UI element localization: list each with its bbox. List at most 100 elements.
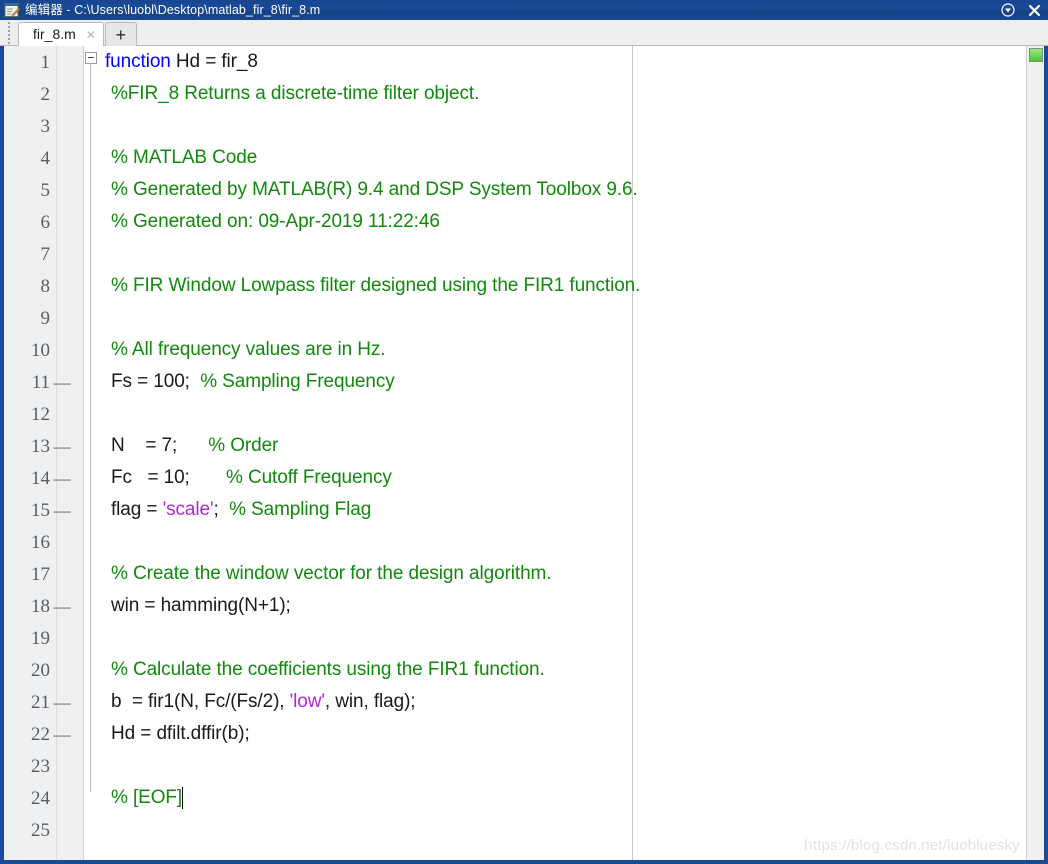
- token-cmt: % Order: [208, 435, 279, 456]
- close-button[interactable]: [1026, 2, 1042, 18]
- code-text-area[interactable]: function Hd = fir_8 %FIR_8 Returns a disc…: [85, 46, 1044, 860]
- breakpoint-marker[interactable]: —: [50, 502, 74, 519]
- dock-menu-button[interactable]: [1000, 2, 1016, 18]
- tabbar-drag-grip[interactable]: [3, 22, 14, 44]
- token-plain: , win, flag);: [324, 691, 416, 712]
- code-line-6[interactable]: % Generated on: 09-Apr-2019 11:22:46: [111, 206, 440, 238]
- gutter-line-20[interactable]: 20: [4, 654, 84, 686]
- token-cmt: % [EOF]: [111, 787, 183, 808]
- code-line-5[interactable]: % Generated by MATLAB(R) 9.4 and DSP Sys…: [111, 174, 638, 206]
- line-number: 25: [31, 819, 50, 841]
- editor-inner: 1 2 3 4 5 6 7 8 9 10 11—12 13—14—15—16 17 18—19 20 21—2…: [4, 46, 1044, 860]
- code-line-21[interactable]: b = fir1(N, Fc/(Fs/2), 'low', win, flag)…: [111, 686, 416, 718]
- code-line-24[interactable]: % [EOF]: [111, 782, 184, 814]
- gutter-line-25[interactable]: 25: [4, 814, 84, 846]
- token-plain: Fs = 100;: [111, 371, 201, 392]
- code-line-20[interactable]: % Calculate the coefficients using the F…: [111, 654, 545, 686]
- line-number: 23: [31, 755, 50, 777]
- close-icon[interactable]: ✕: [85, 29, 97, 41]
- line-number: 12: [31, 403, 50, 425]
- gutter-line-10[interactable]: 10: [4, 334, 84, 366]
- token-plain: ;: [213, 499, 230, 520]
- code-line-13[interactable]: N = 7; % Order: [111, 430, 278, 462]
- code-line-10[interactable]: % All frequency values are in Hz.: [111, 334, 386, 366]
- gutter-line-22[interactable]: 22—: [4, 718, 84, 750]
- code-line-2[interactable]: %FIR_8 Returns a discrete-time filter ob…: [111, 78, 479, 110]
- line-number: 20: [31, 659, 50, 681]
- code-line-17[interactable]: % Create the window vector for the desig…: [111, 558, 552, 590]
- gutter-line-8[interactable]: 8: [4, 270, 84, 302]
- gutter-line-24[interactable]: 24: [4, 782, 84, 814]
- window-title: 编辑器 - C:\Users\luobl\Desktop\matlab_fir_…: [25, 0, 320, 20]
- token-cmt: % Calculate the coefficients using the F…: [111, 659, 545, 680]
- code-line-8[interactable]: % FIR Window Lowpass filter designed usi…: [111, 270, 640, 302]
- code-line-1[interactable]: function Hd = fir_8: [105, 46, 258, 78]
- token-plain: win = hamming(N+1);: [111, 595, 291, 616]
- token-plain: N = 7;: [111, 435, 209, 456]
- line-number: 16: [31, 531, 50, 553]
- code-analyzer-strip[interactable]: [1026, 46, 1044, 860]
- text-limit-line: [632, 46, 633, 860]
- line-number: 14: [31, 467, 50, 489]
- gutter-line-12[interactable]: 12: [4, 398, 84, 430]
- tab-fir_8-m[interactable]: fir_8.m ✕: [18, 22, 104, 46]
- breakpoint-marker[interactable]: —: [50, 374, 74, 391]
- token-plain: flag =: [111, 499, 163, 520]
- token-cmt: % MATLAB Code: [111, 147, 258, 168]
- gutter-line-21[interactable]: 21—: [4, 686, 84, 718]
- gutter-line-17[interactable]: 17: [4, 558, 84, 590]
- new-tab-button[interactable]: +: [104, 22, 137, 46]
- gutter-line-13[interactable]: 13—: [4, 430, 84, 462]
- line-number: 15: [31, 499, 50, 521]
- gutter-line-14[interactable]: 14—: [4, 462, 84, 494]
- plus-icon: +: [115, 24, 127, 45]
- analyzer-status-ok-indicator[interactable]: [1029, 48, 1043, 62]
- line-number: 10: [31, 339, 50, 361]
- gutter-line-7[interactable]: 7: [4, 238, 84, 270]
- token-cmt: % Generated on: 09-Apr-2019 11:22:46: [111, 211, 440, 232]
- breakpoint-marker[interactable]: —: [50, 438, 74, 455]
- token-str: 'low': [289, 691, 325, 712]
- editor-pane: 1 2 3 4 5 6 7 8 9 10 11—12 13—14—15—16 17 18—19 20 21—2…: [0, 46, 1048, 864]
- token-cmt: % Generated by MATLAB(R) 9.4 and DSP Sys…: [111, 179, 638, 200]
- gutter-line-16[interactable]: 16: [4, 526, 84, 558]
- line-number-gutter[interactable]: 1 2 3 4 5 6 7 8 9 10 11—12 13—14—15—16 17 18—19 20 21—2…: [4, 46, 84, 860]
- code-line-18[interactable]: win = hamming(N+1);: [111, 590, 291, 622]
- token-plain: b = fir1(N, Fc/(Fs/2),: [111, 691, 290, 712]
- breakpoint-marker[interactable]: —: [50, 598, 74, 615]
- code-line-15[interactable]: flag = 'scale'; % Sampling Flag: [111, 494, 371, 526]
- gutter-line-1[interactable]: 1: [4, 46, 84, 78]
- token-cmt: %FIR_8 Returns a discrete-time filter ob…: [111, 83, 480, 104]
- gutter-line-23[interactable]: 23: [4, 750, 84, 782]
- code-line-4[interactable]: % MATLAB Code: [111, 142, 257, 174]
- gutter-line-5[interactable]: 5: [4, 174, 84, 206]
- gutter-line-3[interactable]: 3: [4, 110, 84, 142]
- gutter-line-9[interactable]: 9: [4, 302, 84, 334]
- gutter-line-18[interactable]: 18—: [4, 590, 84, 622]
- token-cmt: % Cutoff Frequency: [225, 467, 392, 488]
- breakpoint-marker[interactable]: —: [50, 694, 74, 711]
- text-caret: [182, 787, 184, 809]
- gutter-line-19[interactable]: 19: [4, 622, 84, 654]
- token-cmt: % Sampling Flag: [229, 499, 372, 520]
- code-line-11[interactable]: Fs = 100; % Sampling Frequency: [111, 366, 395, 398]
- breakpoint-marker[interactable]: —: [50, 470, 74, 487]
- gutter-line-4[interactable]: 4: [4, 142, 84, 174]
- code-line-14[interactable]: Fc = 10; % Cutoff Frequency: [111, 462, 392, 494]
- token-kw: function: [105, 51, 171, 72]
- line-number: 24: [31, 787, 50, 809]
- token-plain: Fc = 10;: [111, 467, 226, 488]
- gutter-line-2[interactable]: 2: [4, 78, 84, 110]
- code-line-22[interactable]: Hd = dfilt.dffir(b);: [111, 718, 250, 750]
- matlab-editor-window: 编辑器 - C:\Users\luobl\Desktop\matlab_fir_…: [0, 0, 1048, 864]
- title-bar[interactable]: 编辑器 - C:\Users\luobl\Desktop\matlab_fir_…: [0, 0, 1048, 20]
- tab-bar: fir_8.m ✕ +: [0, 20, 1048, 46]
- line-number: 17: [31, 563, 50, 585]
- breakpoint-marker[interactable]: —: [50, 726, 74, 743]
- editor-notepad-pencil-icon: [4, 2, 20, 18]
- gutter-line-6[interactable]: 6: [4, 206, 84, 238]
- line-number: 19: [31, 627, 50, 649]
- gutter-line-11[interactable]: 11—: [4, 366, 84, 398]
- code-fold-toggle[interactable]: [85, 52, 97, 64]
- gutter-line-15[interactable]: 15—: [4, 494, 84, 526]
